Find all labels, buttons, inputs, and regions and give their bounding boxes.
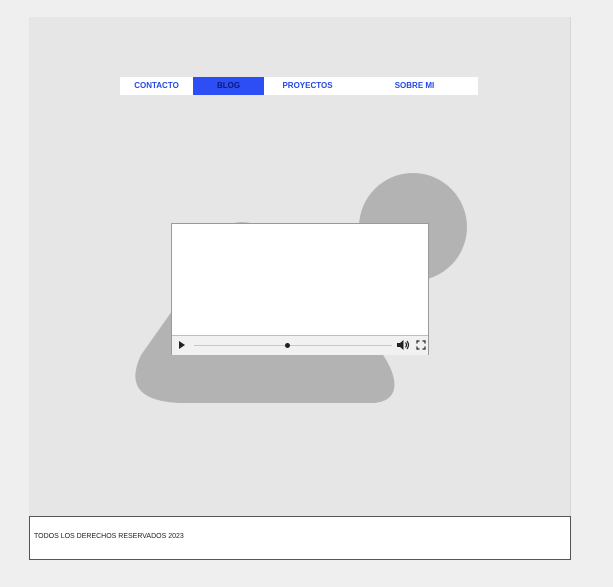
nav-item-contacto[interactable]: CONTACTO <box>120 77 193 95</box>
fullscreen-icon[interactable] <box>416 340 426 350</box>
video-progress-track[interactable] <box>194 343 392 348</box>
site-footer: TODOS LOS DERECHOS RESERVADOS 2023 <box>29 516 571 560</box>
page-canvas: CONTACTO BLOG PROYECTOS SOBRE MI <box>29 17 571 517</box>
video-screen[interactable] <box>172 224 428 335</box>
top-navigation: CONTACTO BLOG PROYECTOS SOBRE MI <box>120 77 478 95</box>
video-controls <box>172 335 428 355</box>
volume-icon[interactable] <box>396 338 410 352</box>
video-player[interactable] <box>171 223 429 355</box>
nav-item-sobre-mi[interactable]: SOBRE MI <box>351 77 478 95</box>
nav-item-blog[interactable]: BLOG <box>193 77 264 95</box>
video-progress-knob[interactable] <box>285 343 291 348</box>
play-icon[interactable] <box>179 341 185 349</box>
nav-item-proyectos[interactable]: PROYECTOS <box>264 77 351 95</box>
copyright-text: TODOS LOS DERECHOS RESERVADOS 2023 <box>34 533 184 540</box>
